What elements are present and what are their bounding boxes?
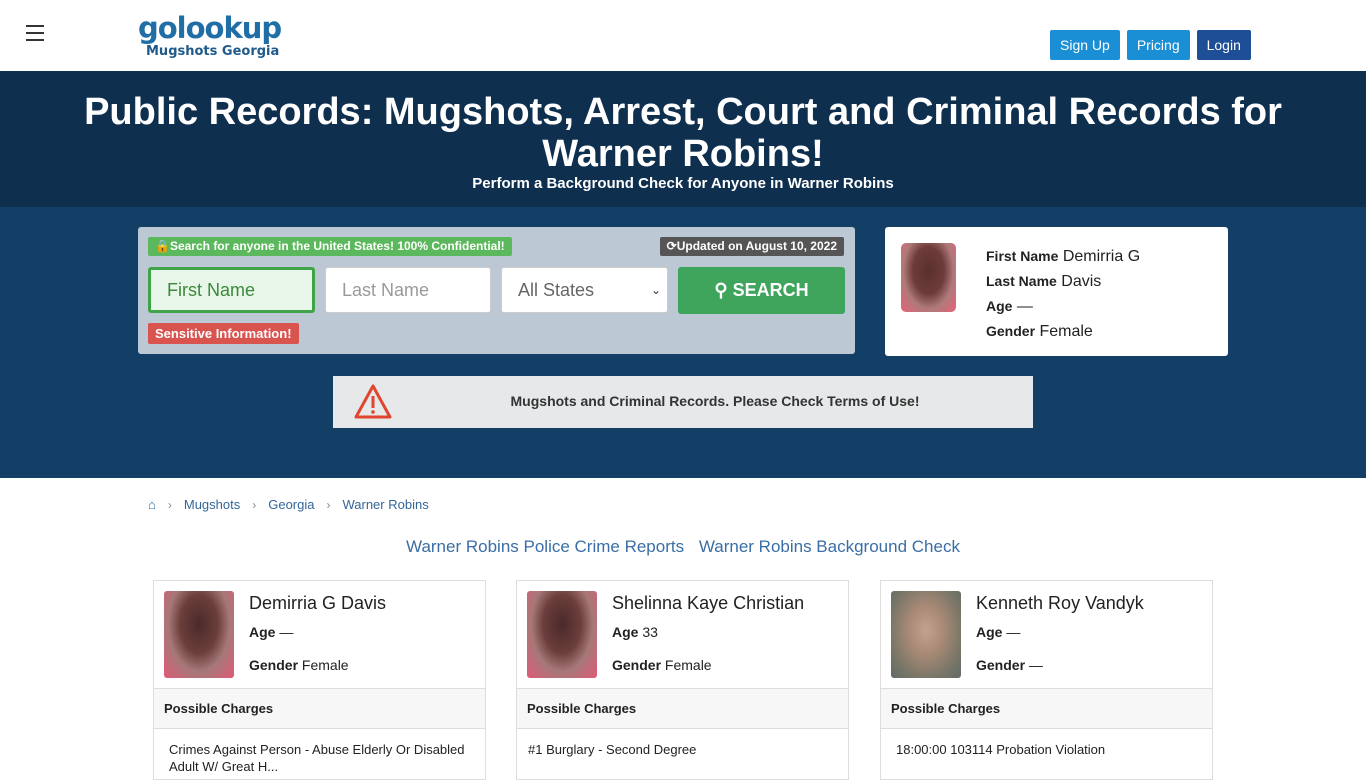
- gender-value: Female: [664, 657, 712, 673]
- gender-value: —: [1028, 657, 1043, 673]
- mugshot-photo: [891, 591, 961, 678]
- gender-label: Gender: [612, 657, 662, 673]
- page-title: Public Records: Mugshots, Arrest, Court …: [84, 91, 1282, 175]
- record-card[interactable]: Demirria G Davis Age — Gender Female Pos…: [153, 580, 486, 780]
- age-label: Age: [612, 624, 639, 640]
- signup-button[interactable]: Sign Up: [1050, 30, 1120, 60]
- notice-text: Mugshots and Criminal Records. Please Ch…: [510, 393, 920, 409]
- record-card[interactable]: Shelinna Kaye Christian Age 33 Gender Fe…: [516, 580, 849, 780]
- last-name-label: Last Name: [986, 273, 1057, 289]
- charges-header: Possible Charges: [517, 688, 848, 729]
- mugshot-photo: [527, 591, 597, 678]
- charge-text: Crimes Against Person - Abuse Elderly Or…: [169, 742, 465, 774]
- lock-icon: 🔒: [155, 239, 170, 253]
- logo-sub: Mugshots Georgia: [146, 44, 280, 59]
- menu-icon[interactable]: [26, 25, 44, 41]
- search-form: 🔒Search for anyone in the United States!…: [138, 227, 855, 354]
- first-name-label: First Name: [986, 248, 1059, 264]
- top-navbar: golookup Mugshots Georgia Sign Up Pricin…: [0, 0, 1366, 71]
- person-name: Demirria G Davis: [249, 593, 387, 613]
- search-button[interactable]: ⚲ SEARCH: [678, 267, 845, 314]
- profile-photo: [901, 243, 956, 312]
- gender-value: Female: [1039, 323, 1093, 340]
- age-value: —: [1016, 298, 1033, 315]
- first-name-value: Demirria G: [1062, 248, 1141, 265]
- terms-notice: Mugshots and Criminal Records. Please Ch…: [333, 376, 1033, 428]
- pricing-button[interactable]: Pricing: [1126, 30, 1190, 60]
- first-name-input[interactable]: First Name: [148, 267, 315, 313]
- related-links: Warner Robins Police Crime Reports Warne…: [0, 537, 1366, 557]
- search-section: 🔒Search for anyone in the United States!…: [0, 207, 1366, 478]
- age-label: Age: [976, 624, 1003, 640]
- updated-badge: ⟳Updated on August 10, 2022: [659, 237, 844, 256]
- logo[interactable]: golookup Mugshots Georgia: [138, 11, 282, 59]
- crime-reports-link[interactable]: Warner Robins Police Crime Reports: [406, 537, 684, 556]
- hero-banner: Public Records: Mugshots, Arrest, Court …: [0, 71, 1366, 207]
- person-name: Shelinna Kaye Christian: [612, 593, 805, 613]
- state-select[interactable]: All States ⌄: [501, 267, 668, 313]
- background-check-link[interactable]: Warner Robins Background Check: [699, 537, 960, 556]
- gender-label: Gender: [986, 323, 1036, 339]
- logo-main: golookup: [138, 11, 282, 45]
- refresh-icon: ⟳: [666, 239, 677, 253]
- charges-header: Possible Charges: [154, 688, 485, 729]
- gender-label: Gender: [976, 657, 1026, 673]
- confidential-badge: 🔒Search for anyone in the United States!…: [148, 237, 512, 256]
- record-card[interactable]: Kenneth Roy Vandyk Age — Gender — Possib…: [880, 580, 1213, 780]
- charge-text: #1 Burglary - Second Degree: [528, 742, 697, 757]
- last-name-input[interactable]: Last Name: [325, 267, 491, 313]
- breadcrumb-warner-robins[interactable]: Warner Robins: [342, 497, 428, 512]
- login-button[interactable]: Login: [1196, 30, 1251, 60]
- gender-value: Female: [301, 657, 349, 673]
- sensitive-badge: Sensitive Information!: [148, 323, 299, 344]
- mugshot-photo: [164, 591, 234, 678]
- age-value: 33: [642, 624, 658, 640]
- age-label: Age: [986, 298, 1013, 314]
- charge-text: 18:00:00 103114 Probation Violation: [896, 742, 1106, 757]
- age-label: Age: [249, 624, 276, 640]
- breadcrumb: ⌂ › Mugshots › Georgia › Warner Robins: [148, 497, 429, 512]
- age-value: —: [279, 624, 294, 640]
- gender-label: Gender: [249, 657, 299, 673]
- page-subtitle: Perform a Background Check for Anyone in…: [472, 175, 894, 192]
- charges-header: Possible Charges: [881, 688, 1212, 729]
- breadcrumb-mugshots[interactable]: Mugshots: [184, 497, 240, 512]
- profile-card[interactable]: First Name Demirria G Last Name Davis Ag…: [885, 227, 1228, 356]
- breadcrumb-georgia[interactable]: Georgia: [268, 497, 314, 512]
- chevron-down-icon: ⌄: [650, 283, 661, 297]
- search-icon: ⚲: [714, 280, 728, 300]
- last-name-value: Davis: [1061, 273, 1102, 290]
- age-value: —: [1006, 624, 1021, 640]
- home-icon[interactable]: ⌂: [148, 497, 156, 512]
- person-name: Kenneth Roy Vandyk: [976, 593, 1144, 613]
